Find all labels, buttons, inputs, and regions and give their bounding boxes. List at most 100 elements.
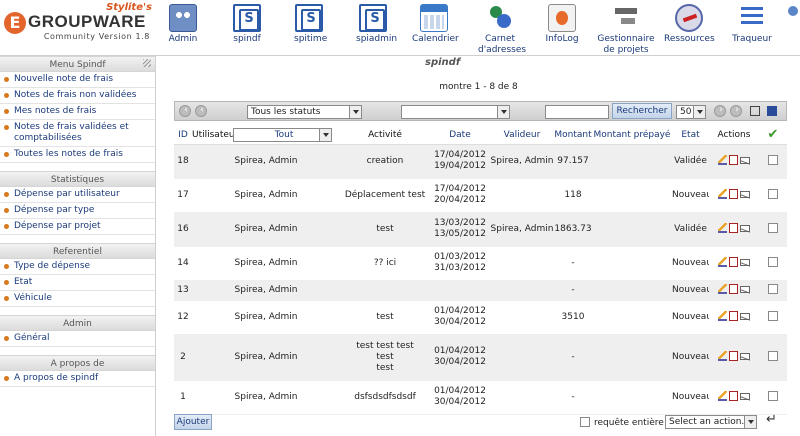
pdf-export-icon[interactable] xyxy=(729,189,738,200)
resize-grip-icon[interactable] xyxy=(143,59,151,67)
cell-activity xyxy=(340,280,430,301)
column-header-validator[interactable]: Valideur xyxy=(490,126,554,145)
search-input[interactable] xyxy=(545,105,609,119)
pdf-export-icon[interactable] xyxy=(729,351,738,362)
mail-icon[interactable] xyxy=(740,352,750,360)
table-row[interactable]: 16 Spirea, Admin test 13/03/2012 13/05/2012 S… xyxy=(174,212,787,247)
table-row[interactable]: 13 Spirea, Admin - Nouveau xyxy=(174,280,787,301)
pdf-export-icon[interactable] xyxy=(729,391,738,402)
row-checkbox[interactable] xyxy=(768,391,778,402)
row-checkbox[interactable] xyxy=(768,284,778,295)
app-infolog[interactable]: InfoLog xyxy=(544,4,580,45)
row-checkbox[interactable] xyxy=(768,223,778,234)
edit-icon[interactable] xyxy=(718,189,727,200)
mail-icon[interactable] xyxy=(740,190,750,198)
app-resources[interactable]: Ressources xyxy=(664,4,715,45)
row-checkbox[interactable] xyxy=(768,189,778,200)
row-checkbox[interactable] xyxy=(768,311,778,322)
user-filter-select[interactable]: Tout xyxy=(233,128,332,142)
cell-state: Nouveau xyxy=(672,380,709,415)
sidebar-item-about[interactable]: A propos de spindf xyxy=(0,371,155,387)
column-header-date[interactable]: Date xyxy=(430,126,490,145)
export-icon[interactable] xyxy=(767,106,777,116)
cell-activity: ?? ici xyxy=(340,246,430,281)
table-row[interactable]: 12 Spirea, Admin test 01/04/2012 30/04/2012 3… xyxy=(174,300,787,335)
page-size-select[interactable]: 50 xyxy=(676,105,706,119)
app-calendar[interactable]: Calendrier xyxy=(412,4,459,45)
sidebar-item-my-notes[interactable]: Mes notes de frais xyxy=(0,104,155,120)
table-row[interactable]: 17 Spirea, Admin Déplacement test 17/04/201… xyxy=(174,178,787,213)
column-header-id[interactable]: ID xyxy=(174,126,192,145)
secondary-filter-select[interactable] xyxy=(401,105,510,119)
pdf-export-icon[interactable] xyxy=(729,223,738,234)
cell-select xyxy=(759,144,787,179)
app-admin[interactable]: Admin xyxy=(168,4,198,45)
column-header-amount[interactable]: Montant xyxy=(554,126,592,145)
mail-icon[interactable] xyxy=(740,156,750,164)
table-row[interactable]: 14 Spirea, Admin?? ici 01/03/2012 31/03/201… xyxy=(174,246,787,281)
row-checkbox[interactable] xyxy=(768,351,778,362)
sidebar-item-validated-notes[interactable]: Notes de frais validées et comptabilisée… xyxy=(0,120,155,147)
sidebar-item-all-notes[interactable]: Toutes les notes de frais xyxy=(0,147,155,163)
app-label: Traqueur xyxy=(732,34,772,44)
sidebar-item-expense-by-project[interactable]: Dépense par projet xyxy=(0,219,155,235)
sidebar-item-vehicle[interactable]: Véhicule xyxy=(0,291,155,307)
app-spiadmin[interactable]: spiadmin xyxy=(356,4,397,45)
column-header-state[interactable]: Etat xyxy=(672,126,709,145)
edit-icon[interactable] xyxy=(718,391,727,402)
edit-icon[interactable] xyxy=(718,284,727,295)
mail-icon[interactable] xyxy=(740,258,750,266)
app-spitime[interactable]: spitime xyxy=(294,4,327,45)
status-filter-select[interactable]: Tous les statuts xyxy=(247,105,362,119)
row-checkbox[interactable] xyxy=(768,155,778,166)
sidebar-item-general[interactable]: Général xyxy=(0,331,155,347)
apply-action-icon[interactable]: ↵ xyxy=(766,412,777,427)
mail-icon[interactable] xyxy=(740,312,750,320)
pdf-export-icon[interactable] xyxy=(729,284,738,295)
next-page-icon[interactable] xyxy=(714,105,727,117)
app-addressbook[interactable]: Carnet d'adresses xyxy=(478,4,526,56)
search-button[interactable]: Rechercher xyxy=(612,103,672,119)
app-spindf[interactable]: spindf xyxy=(232,4,262,45)
pdf-export-icon[interactable] xyxy=(729,155,738,166)
column-selection-icon[interactable] xyxy=(750,106,760,116)
cell-validator xyxy=(490,334,554,381)
select-all-header[interactable]: ✔ xyxy=(759,126,787,145)
sidebar-item-expense-by-user[interactable]: Dépense par utilisateur xyxy=(0,187,155,203)
edit-icon[interactable] xyxy=(718,311,727,322)
last-page-icon[interactable] xyxy=(730,105,743,117)
edit-icon[interactable] xyxy=(718,155,727,166)
cell-id: 2 xyxy=(174,334,192,381)
pdf-export-icon[interactable] xyxy=(729,311,738,322)
sidebar-item-state[interactable]: Etat xyxy=(0,275,155,291)
first-page-icon[interactable] xyxy=(179,105,192,117)
whole-query-checkbox[interactable] xyxy=(580,417,590,427)
table-row[interactable]: 1 Spirea, Admin dsfsdsdfsdsdf 01/04/2012 30/… xyxy=(174,380,787,415)
sidebar-item-expense-type[interactable]: Type de dépense xyxy=(0,259,155,275)
cell-prepaid xyxy=(592,280,672,301)
column-header-prepaid[interactable]: Montant prépayé xyxy=(592,126,672,145)
table-row[interactable]: 18 Spirea, Admin creation 17/04/2012 19/04/2… xyxy=(174,144,787,179)
mail-icon[interactable] xyxy=(740,224,750,232)
prev-page-icon[interactable] xyxy=(195,105,208,117)
edit-icon[interactable] xyxy=(718,223,727,234)
add-button[interactable]: Ajouter xyxy=(174,414,212,430)
pdf-export-icon[interactable] xyxy=(729,257,738,268)
edit-icon[interactable] xyxy=(718,257,727,268)
table-row[interactable]: 2 Spirea, Admin test test test test test 01… xyxy=(174,334,787,381)
sidebar-item-expense-by-type[interactable]: Dépense par type xyxy=(0,203,155,219)
edit-icon[interactable] xyxy=(718,351,727,362)
sidebar-item-unvalidated-notes[interactable]: Notes de frais non validées xyxy=(0,88,155,104)
more-apps-icon[interactable] xyxy=(788,6,798,16)
action-select[interactable]: Select an action... xyxy=(665,415,757,429)
egroupware-logo[interactable]: Stylite's E GROUPWARE Community Version … xyxy=(4,2,154,52)
app-tracker[interactable]: Traqueur xyxy=(730,4,774,45)
row-checkbox[interactable] xyxy=(768,257,778,268)
app-projectmanager[interactable]: Gestionnaire de projets xyxy=(596,4,656,56)
mail-icon[interactable] xyxy=(740,392,750,400)
mail-icon[interactable] xyxy=(740,285,750,293)
cell-select xyxy=(759,246,787,281)
sidebar-item-new-note[interactable]: Nouvelle note de frais xyxy=(0,72,155,88)
checkmark-icon[interactable]: ✔ xyxy=(768,127,779,142)
